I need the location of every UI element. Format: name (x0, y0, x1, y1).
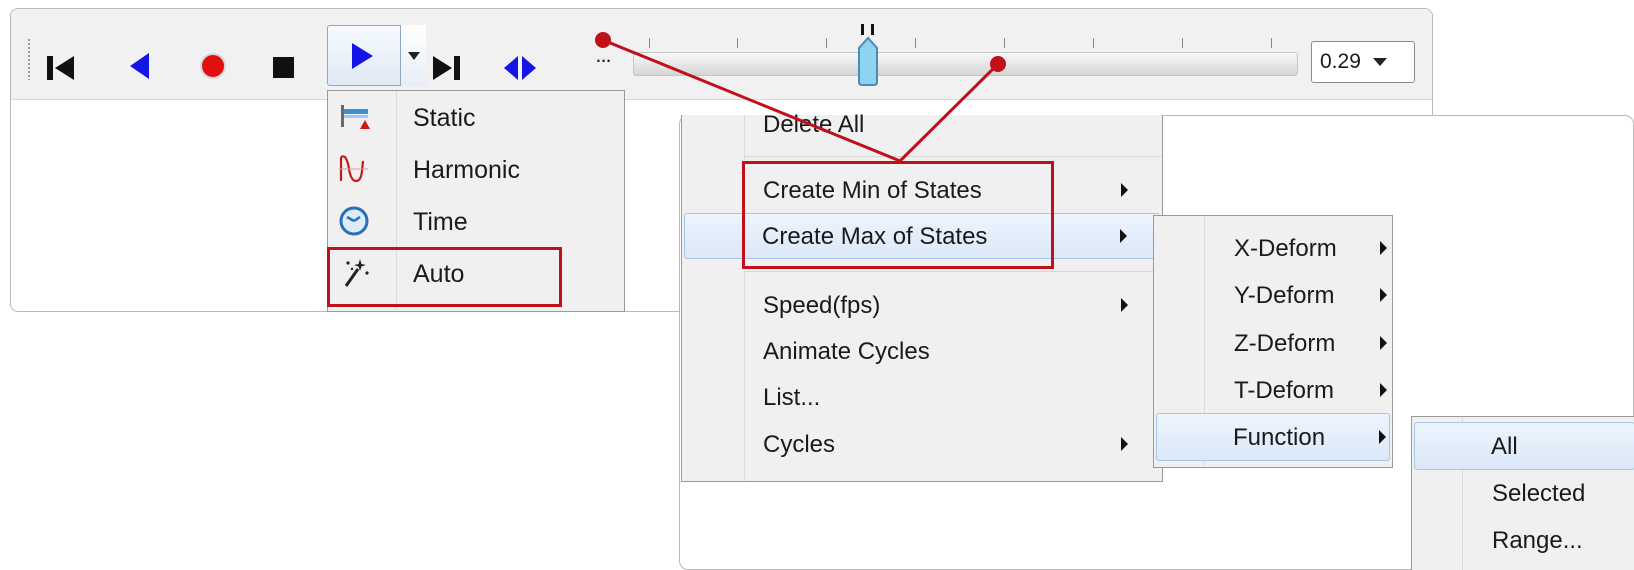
menu-item-label: Animate Cycles (763, 338, 930, 365)
submenu-arrow-icon (1380, 383, 1387, 397)
menu-item-harmonic[interactable]: Harmonic (328, 143, 624, 195)
menu-item-label: Delete All (763, 111, 865, 138)
step-back-icon (130, 53, 149, 79)
menu-item-label: List... (763, 384, 821, 411)
menu-item-z-deform[interactable]: Z-Deform (1156, 319, 1390, 367)
menu-item-animate-cycles[interactable]: Animate Cycles (684, 328, 1160, 374)
function-submenu: All Selected Range... (1411, 416, 1634, 570)
slider-tick (1093, 38, 1094, 48)
submenu-arrow-icon (1380, 336, 1387, 350)
chevron-down-icon (1372, 58, 1387, 66)
menu-item-delete-all[interactable]: Delete All (684, 107, 1160, 147)
menu-item-label: T-Deform (1234, 377, 1335, 404)
frame-value: 0.29 (1320, 50, 1361, 73)
submenu-arrow-icon (1121, 183, 1128, 197)
step-both-icon (504, 56, 536, 80)
menu-item-label: Selected (1492, 480, 1586, 507)
skip-to-start-button[interactable] (41, 48, 81, 88)
skip-to-start-icon (47, 56, 74, 80)
stop-button[interactable] (264, 48, 304, 88)
submenu-arrow-icon (1380, 288, 1387, 302)
more-options-button[interactable]: ... (590, 40, 616, 70)
menu-item-y-deform[interactable]: Y-Deform (1156, 271, 1390, 319)
slider-tick (1004, 38, 1005, 48)
stop-icon (273, 57, 294, 78)
frame-value-select[interactable]: 0.29 (1311, 41, 1415, 83)
menu-item-cycles[interactable]: Cycles (684, 421, 1160, 467)
menu-item-static[interactable]: Static (328, 91, 624, 143)
time-icon (338, 205, 370, 237)
play-button[interactable] (327, 25, 398, 86)
slider-track (633, 52, 1298, 76)
deform-submenu: X-Deform Y-Deform Z-Deform T-Deform Func… (1153, 215, 1393, 468)
step-back-button[interactable] (120, 46, 160, 86)
submenu-arrow-icon (1121, 437, 1128, 451)
menu-item-all[interactable]: All (1414, 422, 1634, 470)
menu-item-label: Function (1233, 424, 1326, 451)
submenu-arrow-icon (1121, 298, 1128, 312)
toolbar-grip-handle[interactable] (26, 38, 32, 80)
menu-item-function[interactable]: Function (1156, 413, 1390, 461)
frame-slider[interactable] (633, 24, 1298, 86)
menu-item-range[interactable]: Range... (1414, 516, 1634, 564)
submenu-arrow-icon (1120, 229, 1127, 243)
menu-item-selected[interactable]: Selected (1414, 469, 1634, 517)
play-icon (351, 42, 373, 69)
menu-item-t-deform[interactable]: T-Deform (1156, 366, 1390, 414)
static-icon (338, 101, 370, 133)
slider-tick (1182, 38, 1183, 48)
harmonic-icon (338, 153, 370, 185)
menu-item-label: Time (413, 208, 468, 236)
play-mode-dropdown-button[interactable] (400, 25, 426, 86)
menu-separator (744, 156, 1162, 157)
chevron-down-icon (407, 51, 420, 60)
menu-item-speed-fps[interactable]: Speed(fps) (684, 282, 1160, 328)
callout-box-auto (327, 247, 562, 307)
menu-item-label: Range... (1492, 527, 1583, 554)
record-button[interactable] (193, 46, 233, 86)
slider-tick (1271, 38, 1272, 48)
menu-item-label: All (1491, 433, 1518, 460)
slider-tick (826, 38, 827, 48)
menu-item-label: X-Deform (1234, 235, 1337, 262)
record-icon (200, 53, 226, 79)
menu-item-list[interactable]: List... (684, 374, 1160, 420)
menu-item-x-deform[interactable]: X-Deform (1156, 224, 1390, 272)
callout-box-create-states (742, 161, 1054, 269)
slider-tick (649, 38, 650, 48)
submenu-arrow-icon (1379, 430, 1386, 444)
menu-item-label: Speed(fps) (763, 292, 881, 319)
skip-to-end-button[interactable] (426, 48, 466, 88)
menu-item-label: Y-Deform (1234, 282, 1335, 309)
skip-to-end-icon (433, 56, 460, 80)
menu-separator (744, 271, 1162, 272)
menu-item-label: Z-Deform (1234, 330, 1336, 357)
slider-tick (915, 38, 916, 48)
submenu-arrow-icon (1380, 241, 1387, 255)
slider-thumb[interactable] (855, 24, 881, 86)
menu-item-label: Cycles (763, 431, 836, 458)
menu-item-time[interactable]: Time (328, 195, 624, 247)
menu-item-label: Static (413, 104, 476, 132)
slider-tick (737, 38, 738, 48)
menu-item-label: Harmonic (413, 156, 520, 184)
step-both-button[interactable] (500, 48, 540, 88)
